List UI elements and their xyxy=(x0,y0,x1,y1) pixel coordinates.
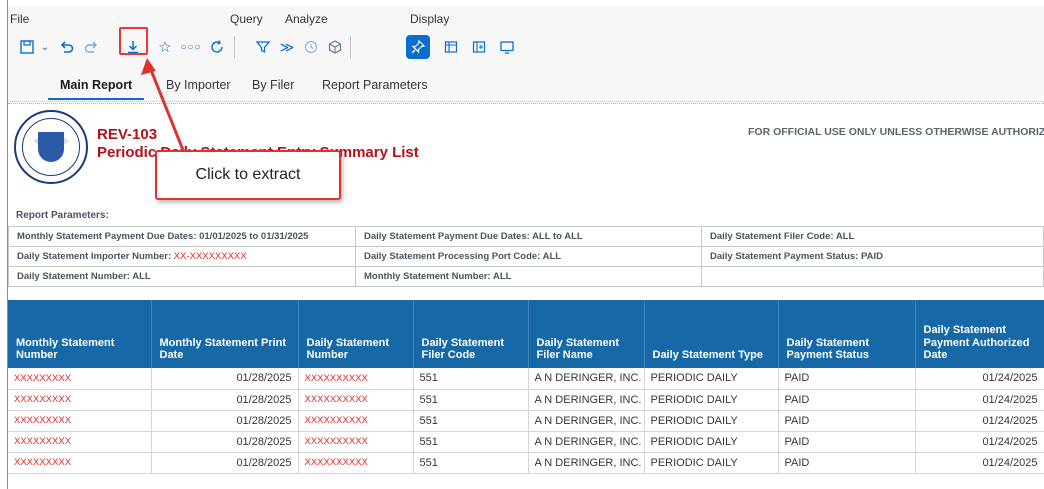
click-to-extract-callout: Click to extract xyxy=(155,150,341,200)
annotation-arrow xyxy=(141,58,185,151)
